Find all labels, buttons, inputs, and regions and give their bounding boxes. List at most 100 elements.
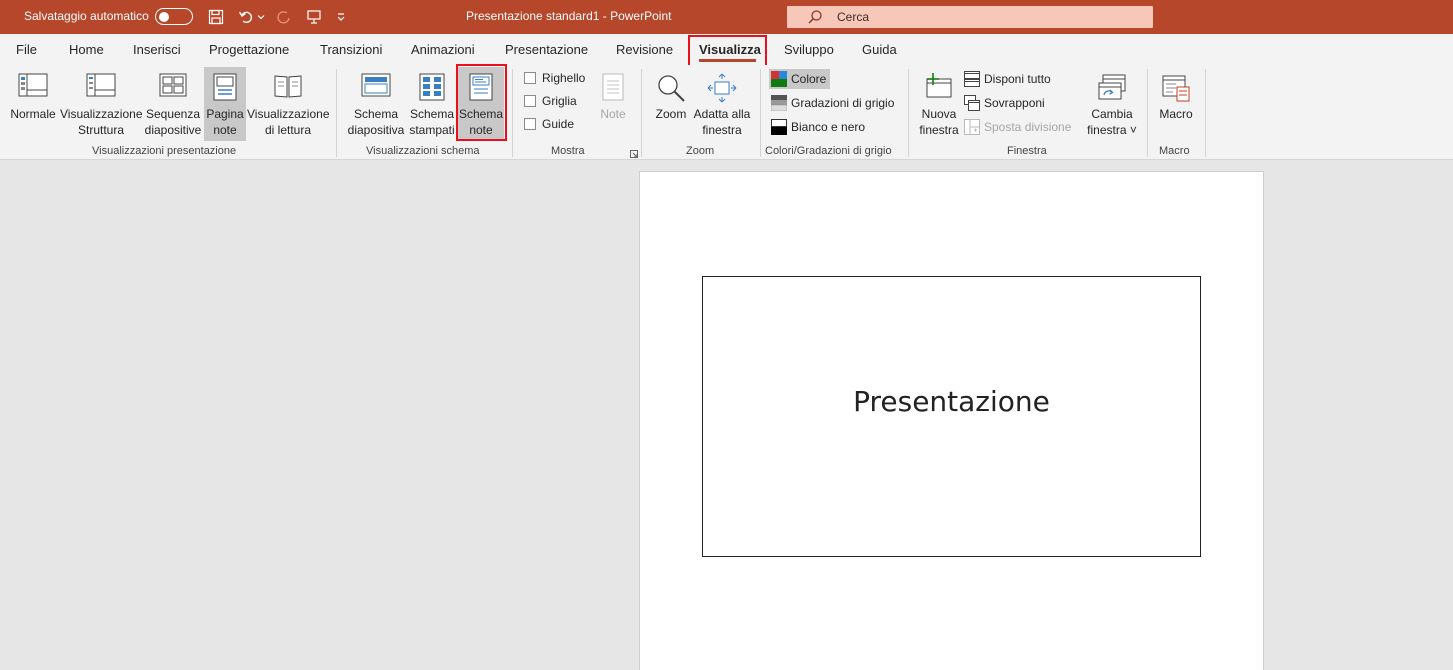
arrange-all-button[interactable]: Disponi tutto	[964, 69, 1051, 89]
present-from-start-icon[interactable]	[304, 7, 324, 27]
outline-view-icon	[86, 73, 116, 101]
cascade-icon	[964, 95, 980, 111]
group-label-presentation-views: Visualizzazioni presentazione	[92, 145, 237, 157]
macros-button[interactable]: Macro	[1155, 67, 1197, 141]
outline-view-button[interactable]: Visualizzazione Struttura	[60, 67, 143, 141]
customize-qat-icon[interactable]	[334, 7, 348, 27]
handout-master-label-2: stampati	[409, 123, 455, 137]
notes-toggle-button[interactable]: Note	[594, 67, 632, 141]
color-label: Colore	[791, 72, 827, 86]
tab-animazioni[interactable]: Animazioni	[411, 42, 475, 57]
notes-page-label-1: Pagina	[206, 107, 244, 121]
slide-sorter-label-1: Sequenza	[145, 107, 201, 121]
move-split-button[interactable]: Sposta divisione	[964, 117, 1071, 137]
guides-checkbox-box	[524, 118, 536, 130]
autosave-toggle[interactable]	[155, 8, 193, 25]
move-split-icon	[964, 119, 980, 135]
slide-master-label-1: Schema	[353, 107, 399, 121]
group-label-macro: Macro	[1159, 145, 1190, 157]
normal-view-icon	[18, 73, 48, 101]
zoom-label: Zoom	[655, 107, 687, 121]
notes-page-button[interactable]: Pagina note	[204, 67, 246, 141]
switch-windows-dropdown-icon: ˅	[1126, 123, 1137, 137]
handout-master-icon	[419, 73, 445, 105]
handout-master-button[interactable]: Schema stampati	[408, 67, 456, 141]
gridlines-label: Griglia	[542, 94, 577, 108]
group-separator	[760, 69, 761, 157]
color-button[interactable]: Colore	[769, 69, 831, 89]
title-bar: Salvataggio automatico Presentazione sta…	[0, 0, 1453, 34]
undo-icon[interactable]	[236, 7, 256, 27]
fit-to-window-icon	[707, 73, 737, 107]
notes-page-icon	[213, 73, 237, 105]
grayscale-label: Gradazioni di grigio	[791, 96, 895, 110]
switch-windows-button[interactable]: Cambia finestra ˅	[1082, 67, 1142, 141]
search-box[interactable]: Cerca	[787, 6, 1153, 28]
search-icon	[807, 9, 823, 28]
black-white-button[interactable]: Bianco e nero	[771, 117, 865, 137]
macros-label: Macro	[1159, 107, 1193, 121]
outline-view-label-2: Struttura	[77, 123, 125, 137]
ruler-checkbox[interactable]: Righello	[524, 71, 585, 85]
tab-revisione[interactable]: Revisione	[616, 42, 673, 57]
notes-icon	[602, 73, 624, 105]
normal-view-label: Normale	[10, 107, 56, 121]
ruler-checkbox-box	[524, 72, 536, 84]
slide-master-button[interactable]: Schema diapositiva	[344, 67, 408, 141]
zoom-button[interactable]: Zoom	[650, 67, 692, 141]
search-placeholder: Cerca	[837, 10, 870, 24]
reading-view-icon	[273, 73, 303, 103]
normal-view-button[interactable]: Normale	[8, 67, 58, 141]
black-white-icon	[771, 119, 787, 135]
outline-view-label-1: Visualizzazione	[60, 107, 143, 121]
fit-to-window-button[interactable]: Adatta alla finestra	[692, 67, 752, 141]
switch-windows-icon	[1097, 73, 1127, 107]
undo-dropdown-icon[interactable]	[256, 7, 266, 27]
gridlines-checkbox[interactable]: Griglia	[524, 94, 577, 108]
tab-progettazione[interactable]: Progettazione	[209, 42, 289, 57]
tab-file[interactable]: File	[16, 42, 37, 57]
tab-inserisci[interactable]: Inserisci	[133, 42, 181, 57]
ribbon: Normale Visualizzazione Struttura Sequenz…	[0, 65, 1453, 160]
reading-view-label-2: di lettura	[264, 123, 312, 137]
tab-guida[interactable]: Guida	[862, 42, 897, 57]
reading-view-button[interactable]: Visualizzazione di lettura	[247, 67, 330, 141]
redo-icon[interactable]	[274, 7, 294, 27]
group-separator	[641, 69, 642, 157]
slide-sorter-button[interactable]: Sequenza diapositive	[144, 67, 202, 141]
cascade-button[interactable]: Sovrapponi	[964, 93, 1045, 113]
new-window-button[interactable]: Nuova finestra	[916, 67, 962, 141]
slide-master-icon	[361, 73, 391, 101]
macros-icon	[1161, 73, 1191, 107]
handout-master-label-1: Schema	[409, 107, 455, 121]
slide-thumbnail[interactable]: Presentazione	[702, 276, 1201, 557]
new-window-icon	[924, 73, 954, 103]
tab-presentazione[interactable]: Presentazione	[505, 42, 588, 57]
guides-label: Guide	[542, 117, 575, 131]
save-icon[interactable]	[206, 7, 226, 27]
notes-page[interactable]: Presentazione	[639, 171, 1264, 670]
notes-label: Note	[600, 107, 626, 121]
group-label-master-views: Visualizzazioni schema	[366, 145, 480, 157]
new-window-label-1: Nuova	[921, 107, 957, 121]
new-window-label-2: finestra	[919, 123, 959, 137]
toggle-knob	[159, 11, 169, 22]
group-separator	[1147, 69, 1148, 157]
ruler-label: Righello	[542, 71, 586, 85]
show-dialog-launcher-icon[interactable]	[630, 147, 638, 161]
group-label-zoom: Zoom	[686, 145, 715, 157]
tab-sviluppo[interactable]: Sviluppo	[784, 42, 834, 57]
zoom-icon	[656, 73, 686, 107]
arrange-all-label: Disponi tutto	[984, 72, 1051, 86]
guides-checkbox[interactable]: Guide	[524, 117, 574, 131]
tab-transizioni[interactable]: Transizioni	[320, 42, 382, 57]
tab-home[interactable]: Home	[69, 42, 104, 57]
slide-sorter-icon	[159, 73, 187, 101]
autosave-label: Salvataggio automatico	[24, 9, 149, 23]
fit-to-window-label-1: Adatta alla	[693, 107, 751, 121]
reading-view-label-1: Visualizzazione	[247, 107, 330, 121]
editing-canvas: Presentazione	[0, 161, 1453, 670]
black-white-label: Bianco e nero	[791, 120, 866, 134]
grayscale-button[interactable]: Gradazioni di grigio	[771, 93, 894, 113]
group-label-show: Mostra	[551, 145, 585, 157]
